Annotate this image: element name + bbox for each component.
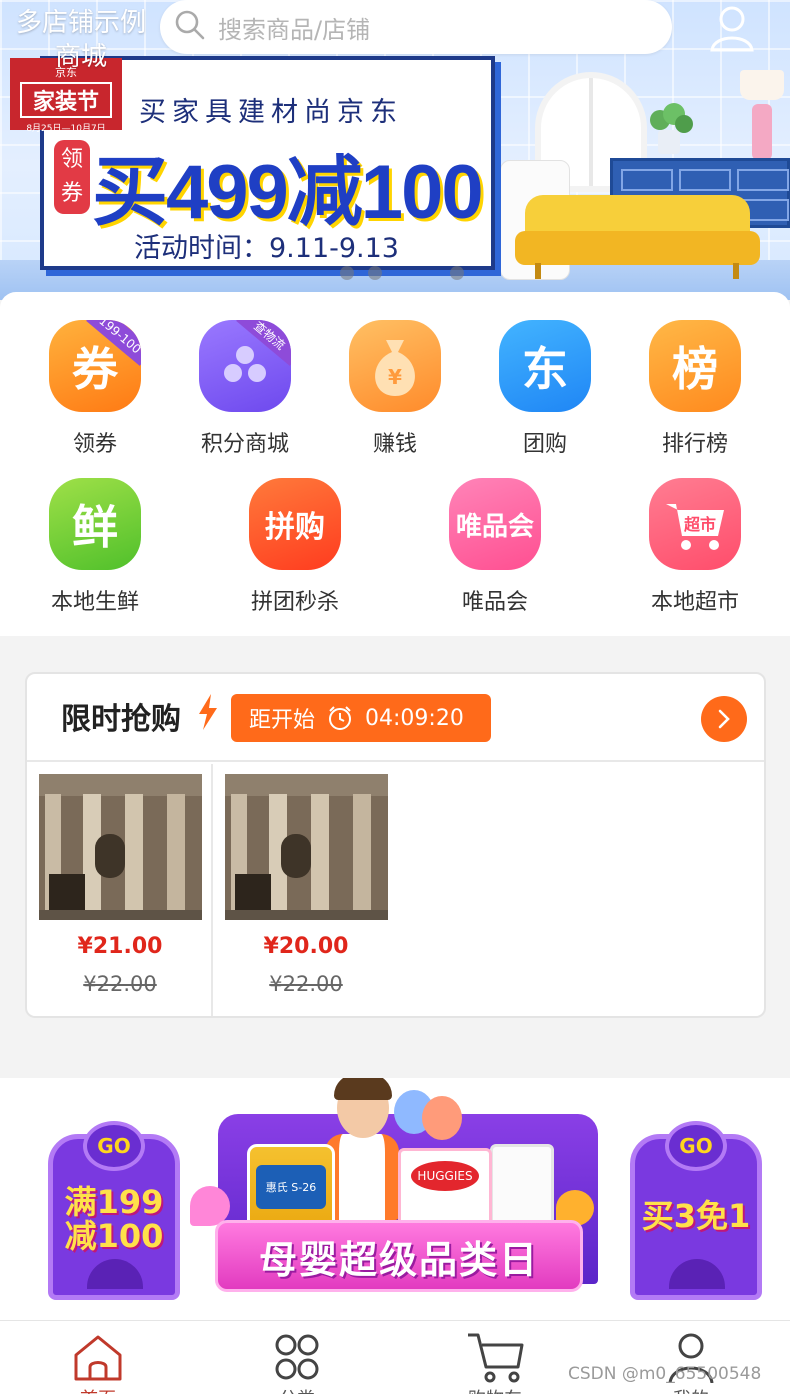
balloon-decoration (422, 1096, 462, 1140)
promo-ribbon: 母婴超级品类日 (215, 1220, 583, 1292)
category-ranking[interactable]: 榜 排行榜 (620, 320, 770, 458)
tab-label: 购物车 (460, 1385, 530, 1394)
category-label: 排行榜 (661, 432, 728, 457)
points-mall-icon: 查物流 (199, 320, 291, 412)
category-group-flash[interactable]: 拼购 拼团秒杀 (220, 478, 370, 616)
category-label: 唯品会 (461, 590, 528, 615)
carousel-indicator (340, 266, 464, 280)
carousel-dot-active[interactable] (396, 270, 436, 276)
category-group-buy[interactable]: 东 团购 (470, 320, 620, 458)
carousel-dot[interactable] (340, 266, 354, 280)
coupon-tag: 领券 (54, 140, 90, 214)
svg-text:¥: ¥ (388, 365, 402, 389)
maternal-baby-banner[interactable]: GO 满199减100 GO 买3免1 惠氏 S-26 HUGGIES 母婴超级… (0, 1078, 790, 1323)
promo-banner-title: 母婴超级品类日 (258, 1237, 539, 1282)
promo-headline: 买家具建材尚京东 (139, 97, 403, 128)
plant-illustration (640, 100, 700, 156)
flash-product-card[interactable]: ¥20.00 ¥22.00 (213, 764, 399, 1016)
carousel-dot[interactable] (450, 266, 464, 280)
store-name: 多店铺示例商城 (15, 8, 146, 72)
countdown-label: 距开始 (249, 708, 316, 733)
left-promo-offer: 满199减100 (64, 1183, 164, 1255)
svg-text:超市: 超市 (683, 515, 716, 534)
flash-product-card[interactable]: ¥21.00 ¥22.00 (27, 764, 213, 1016)
sofa-illustration (515, 195, 760, 280)
right-promo-offer: 买3免1 (641, 1197, 751, 1235)
flash-sale-panel: 限时抢购 距开始 04:09:20 ¥21.00 ¥22.00 ¥20.00 ¥… (25, 672, 766, 1018)
category-fresh[interactable]: 鲜 本地生鲜 (20, 478, 170, 616)
category-vip[interactable]: 唯品会 唯品会 (420, 478, 570, 616)
flash-sale-header: 限时抢购 距开始 04:09:20 (27, 674, 764, 762)
category-label: 积分商城 (200, 432, 289, 457)
category-points-mall[interactable]: 查物流 积分商城 (170, 320, 320, 458)
supermarket-icon: 超市 (649, 478, 741, 570)
money-bag-icon: ¥ (349, 320, 441, 412)
go-badge: GO (83, 1121, 145, 1171)
category-label: 赚钱 (372, 432, 417, 457)
product-price: ¥20.00 (263, 934, 349, 959)
tab-home[interactable]: 首页 (63, 1331, 133, 1394)
promo-offer: 买499减100 (92, 150, 484, 235)
tab-label: 分类 (262, 1385, 332, 1394)
category-label: 本地生鲜 (50, 590, 139, 615)
product-original-price: ¥22.00 (83, 972, 157, 996)
cart-icon (468, 1333, 524, 1383)
product-price: ¥21.00 (77, 934, 163, 959)
diaper-pack: HUGGIES (398, 1148, 492, 1228)
group-flash-icon: 拼购 (249, 478, 341, 570)
tab-category[interactable]: 分类 (262, 1331, 332, 1394)
ranking-icon: 榜 (649, 320, 741, 412)
alarm-clock-icon (327, 705, 353, 731)
category-earn[interactable]: ¥ 赚钱 (320, 320, 470, 458)
search-placeholder: 搜索商品/店铺 (218, 15, 371, 44)
go-badge: GO (665, 1121, 727, 1171)
flash-sale-more-button[interactable] (701, 696, 747, 742)
search-icon (174, 9, 206, 45)
lightning-icon (197, 694, 219, 730)
fresh-icon: 鲜 (49, 478, 141, 570)
lamp-illustration (740, 70, 784, 160)
watermark: CSDN @m0_65500548 (568, 1364, 762, 1384)
category-icon (275, 1334, 319, 1380)
tab-label: 首页 (63, 1385, 133, 1394)
user-icon[interactable] (706, 4, 758, 52)
flash-sale-title: 限时抢购 (61, 702, 181, 737)
category-supermarket[interactable]: 超市 本地超市 (620, 478, 770, 616)
category-label: 拼团秒杀 (250, 590, 339, 615)
home-icon (74, 1335, 122, 1381)
left-promo-card[interactable]: GO 满199减100 (48, 1121, 180, 1300)
child-illustration (325, 1134, 399, 1220)
product-image (225, 774, 388, 920)
tab-profile[interactable]: 我的 (656, 1331, 726, 1394)
product-box (490, 1144, 554, 1232)
search-input[interactable]: 搜索商品/店铺 (160, 0, 672, 54)
carousel-dot[interactable] (368, 266, 382, 280)
product-image (39, 774, 202, 920)
chevron-right-icon (718, 709, 730, 729)
vip-icon: 唯品会 (449, 478, 541, 570)
product-original-price: ¥22.00 (269, 972, 343, 996)
category-coupon[interactable]: 券 199-100 领券 (20, 320, 170, 458)
countdown-time: 04:09:20 (365, 705, 464, 731)
tab-cart[interactable]: 购物车 (460, 1331, 530, 1394)
category-grid: 券 199-100 领券 查物流 积分商城 ¥ 赚钱 东 团购 榜 排行榜 鲜 本… (0, 292, 790, 636)
group-buy-icon: 东 (499, 320, 591, 412)
category-label: 本地超市 (650, 590, 739, 615)
category-label: 团购 (522, 432, 567, 457)
promo-period: 活动时间：9.11-9.13 (134, 233, 399, 264)
coupon-icon: 券 199-100 (49, 320, 141, 412)
tab-label: 我的 (656, 1385, 726, 1394)
right-promo-card[interactable]: GO 买3免1 (630, 1121, 762, 1300)
category-label: 领券 (72, 432, 117, 457)
countdown-timer: 距开始 04:09:20 (231, 694, 491, 742)
